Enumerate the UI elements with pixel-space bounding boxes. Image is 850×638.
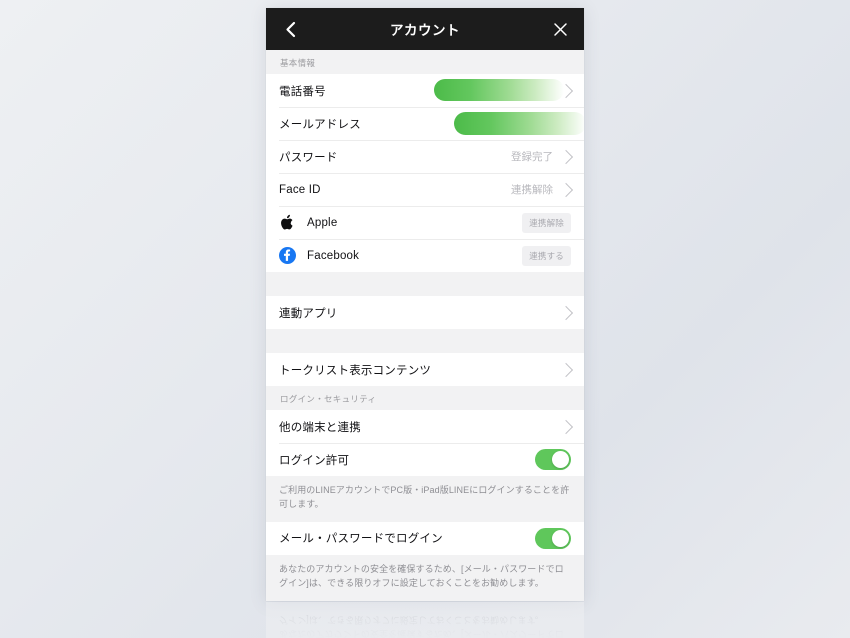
row-label: ログイン許可 [279,454,350,467]
row-email-address[interactable]: メールアドレス [266,107,584,140]
navigation-bar: アカウント [266,8,584,50]
back-button[interactable] [278,17,302,41]
row-label: Facebook [307,249,360,262]
chevron-right-icon [558,149,574,164]
row-password[interactable]: パスワード 登録完了 [266,140,584,173]
facebook-link-button[interactable]: 連携する [522,245,571,266]
close-icon [553,22,567,36]
email-password-login-toggle[interactable] [535,527,571,549]
row-label: 他の端末と連携 [279,421,361,434]
row-apple-account[interactable]: Apple 連携解除 [266,206,584,239]
section-gap [266,272,584,296]
toggle-knob [552,451,569,468]
group-email-password-login: メール・パスワードでログイン [266,521,584,555]
row-label: パスワード [279,151,338,164]
page-title: アカウント [390,23,460,38]
login-permission-note: ご利用のLINEアカウントでPC版・iPad版LINEにログインすることを許可し… [266,476,584,522]
email-password-login-note: あなたのアカウントの安全を確保するため、[メール・パスワードでログイン]は、でき… [266,554,584,601]
group-basic-info: 電話番号 メールアドレス パスワード 登録完了 Face ID 連携解除 App… [266,74,584,272]
facebook-icon [279,247,296,264]
group-linked-apps: 連動アプリ [266,296,584,329]
group-login-security: 他の端末と連携 ログイン許可 [266,410,584,476]
row-email-password-login[interactable]: メール・パスワードでログイン [266,521,584,555]
phone-mockup: アカウント 基本情報 電話番号 メールアドレス パスワード 登録完了 Face … [266,8,584,638]
toggle-knob [552,529,569,547]
group-talk-list: トークリスト表示コンテンツ [266,353,584,386]
chevron-right-icon [558,182,574,197]
section-header-basic-info: 基本情報 [266,50,584,74]
row-label: メール・パスワードでログイン [279,533,443,546]
chevron-right-icon [558,305,574,320]
chevron-right-icon [558,362,574,377]
close-button[interactable] [548,17,572,41]
row-value: 登録完了 [511,151,553,163]
chevron-right-icon [558,419,574,434]
row-login-permission[interactable]: ログイン許可 [266,443,584,476]
row-linked-apps[interactable]: 連動アプリ [266,296,584,329]
apple-unlink-button[interactable]: 連携解除 [522,212,571,233]
row-label: Apple [307,216,338,229]
row-label: 連動アプリ [279,307,338,320]
section-header-login-security: ログイン・セキュリティ [266,386,584,410]
redacted-phone-value [434,79,564,101]
section-gap [266,329,584,353]
row-phone-number[interactable]: 電話番号 [266,74,584,107]
row-label: Face ID [279,183,321,196]
app-screen: アカウント 基本情報 電話番号 メールアドレス パスワード [266,8,584,601]
row-label: トークリスト表示コンテンツ [279,364,432,377]
apple-icon [279,214,296,231]
row-face-id[interactable]: Face ID 連携解除 [266,173,584,206]
chevron-left-icon [285,21,295,37]
login-permission-toggle[interactable] [535,449,571,470]
row-facebook-account[interactable]: Facebook 連携する [266,239,584,272]
row-value: 連携解除 [511,184,553,196]
redacted-email-value [454,112,584,135]
row-link-other-device[interactable]: 他の端末と連携 [266,410,584,443]
row-talk-list-content[interactable]: トークリスト表示コンテンツ [266,353,584,386]
